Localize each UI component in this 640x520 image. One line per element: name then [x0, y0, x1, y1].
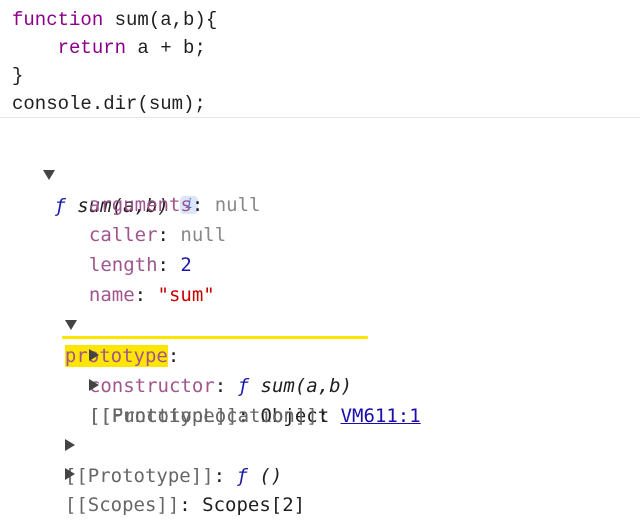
constructor-highlight-underline — [62, 336, 368, 339]
prop-name: name: "sum" — [88, 284, 215, 306]
expand-right-icon[interactable] — [64, 467, 75, 480]
code-line-2: return a + b; — [57, 37, 206, 59]
prop-prototype-row[interactable]: prototype: — [42, 281, 179, 367]
function-keyword: function — [12, 9, 104, 31]
code-line-3: } — [12, 65, 24, 87]
prop-function-location: [[FunctionLocation]]: VM611:1 — [88, 405, 421, 427]
source-code: function sum(a,b){ return a + b; } conso… — [12, 6, 217, 118]
expand-down-icon[interactable] — [42, 169, 55, 180]
code-line-1: function sum(a,b){ — [12, 9, 218, 31]
prop-prototype-proto-row[interactable]: [[Prototype]]: Object — [66, 341, 329, 427]
return-keyword: return — [57, 37, 127, 59]
vm-location-link[interactable]: VM611:1 — [341, 405, 421, 427]
prop-length: length: 2 — [88, 254, 192, 276]
tree-root-row[interactable]: ƒ sum(a,b) i — [20, 131, 199, 217]
prop-caller: caller: null — [88, 224, 227, 246]
function-glyph: ƒ — [54, 195, 66, 217]
prop-arguments: arguments: null — [88, 194, 261, 216]
prop-scopes-row[interactable]: [[Scopes]]: Scopes[2] — [42, 430, 305, 516]
console-divider — [0, 117, 640, 118]
prop-proto-fn-row[interactable]: [[Prototype]]: ƒ () — [42, 401, 282, 487]
code-line-4: console.dir(sum); — [12, 93, 206, 115]
function-glyph: ƒ — [236, 465, 248, 487]
